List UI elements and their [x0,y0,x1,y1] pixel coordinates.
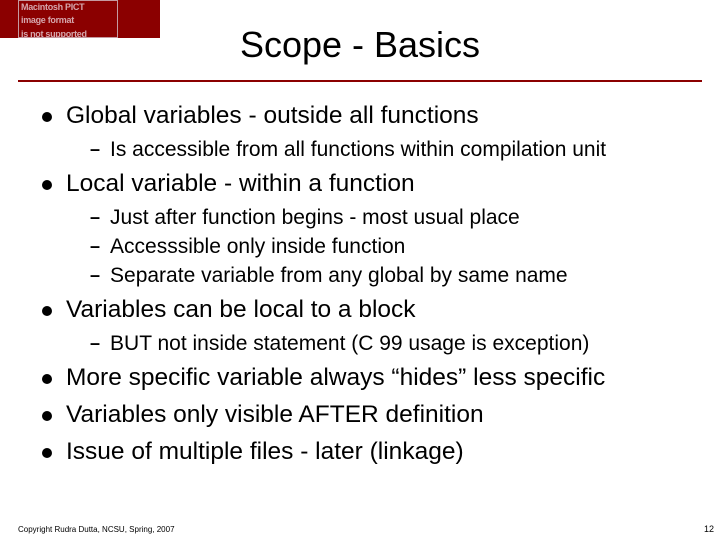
bullet-text: Local variable - within a function [66,169,415,200]
bullet-text: Global variables - outside all functions [66,101,479,132]
pict-line: image format [19,14,117,27]
dash-icon: – [90,235,100,258]
bullet-text: Variables only visible AFTER definition [66,400,484,431]
bullet-item: Global variables - outside all functions [42,101,690,132]
sub-text: Accesssible only inside function [110,233,405,260]
sub-item: – BUT not inside statement (C 99 usage i… [90,330,690,357]
bullet-icon [42,180,52,190]
bullet-item: Variables only visible AFTER definition [42,400,690,431]
sub-item: – Separate variable from any global by s… [90,262,690,289]
sub-list: – Just after function begins - most usua… [90,204,690,290]
pict-line: is not supported [19,28,117,38]
bullet-text: Variables can be local to a block [66,295,416,326]
bullet-item: Variables can be local to a block [42,295,690,326]
sub-item: – Accesssible only inside function [90,233,690,260]
sub-list: – Is accessible from all functions withi… [90,136,690,163]
bullet-icon [42,374,52,384]
title-underline [18,80,702,82]
dash-icon: – [90,138,100,161]
bullet-item: Issue of multiple files - later (linkage… [42,437,690,468]
sub-text: Just after function begins - most usual … [110,204,520,231]
slide: Macintosh PICT image format is not suppo… [0,0,720,540]
bullet-item: Local variable - within a function [42,169,690,200]
bullet-icon [42,112,52,122]
page-number: 12 [704,524,714,534]
bullet-item: More specific variable always “hides” le… [42,363,690,394]
bullet-text: Issue of multiple files - later (linkage… [66,437,464,468]
sub-item: – Is accessible from all functions withi… [90,136,690,163]
sub-list: – BUT not inside statement (C 99 usage i… [90,330,690,357]
dash-icon: – [90,264,100,287]
sub-text: BUT not inside statement (C 99 usage is … [110,330,589,357]
bullet-text: More specific variable always “hides” le… [66,363,605,394]
pict-line: Macintosh PICT [19,1,117,14]
sub-text: Separate variable from any global by sam… [110,262,568,289]
dash-icon: – [90,206,100,229]
slide-body: Global variables - outside all functions… [42,95,690,467]
copyright-footer: Copyright Rudra Dutta, NCSU, Spring, 200… [18,525,175,534]
bullet-icon [42,306,52,316]
bullet-icon [42,411,52,421]
sub-text: Is accessible from all functions within … [110,136,606,163]
pict-placeholder: Macintosh PICT image format is not suppo… [18,0,118,38]
dash-icon: – [90,332,100,355]
bullet-icon [42,448,52,458]
sub-item: – Just after function begins - most usua… [90,204,690,231]
